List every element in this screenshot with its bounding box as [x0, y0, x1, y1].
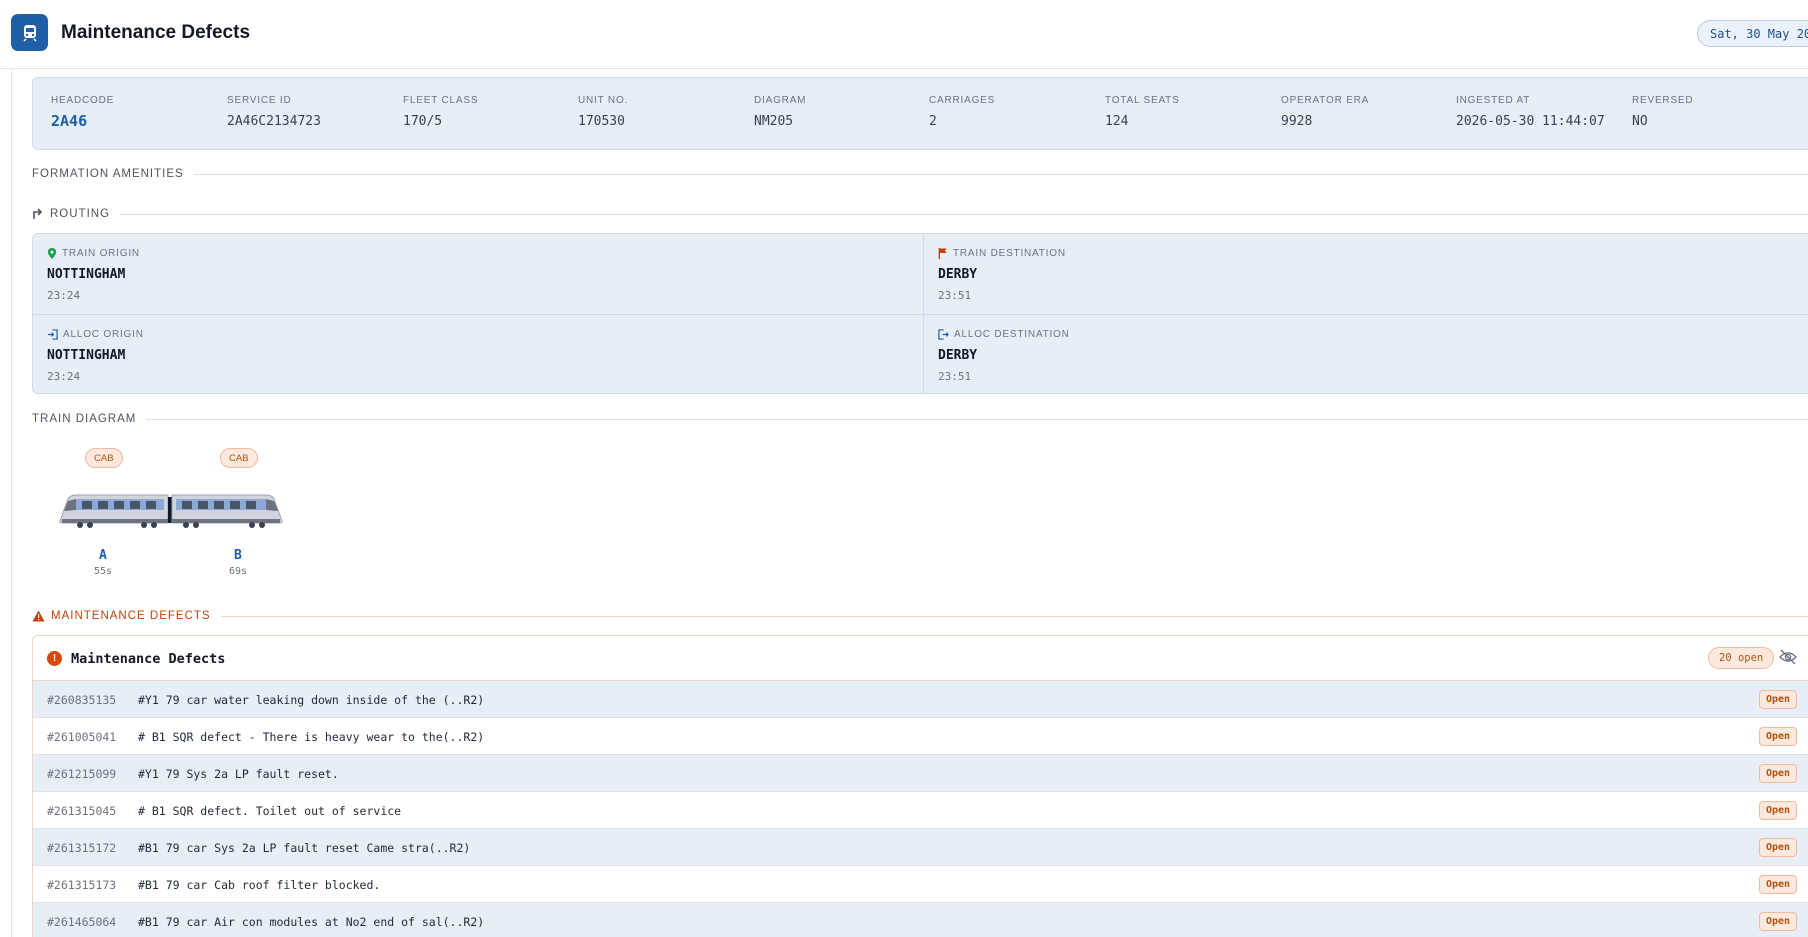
defect-row[interactable]: #260835135 #Y1 79 car water leaking down…: [33, 681, 1808, 718]
defect-id: #261005041: [47, 730, 117, 744]
train-destination: TRAIN DESTINATION DERBY 23:51: [923, 234, 1808, 314]
status-badge: Open: [1759, 764, 1798, 783]
info-total-seats: TOTAL SEATS 124: [1105, 95, 1180, 129]
car-b-icon[interactable]: [171, 494, 283, 528]
app-header: Maintenance Defects Sat, 30 May 2026: [0, 0, 1808, 69]
defect-id: #261315173: [47, 878, 117, 892]
info-ingested-at: INGESTED AT 2026-05-30 11:44:07: [1456, 95, 1605, 129]
info-reversed: REVERSED NO: [1632, 95, 1694, 129]
flag-icon: [938, 248, 947, 259]
divider: [220, 615, 1808, 617]
status-badge: Open: [1759, 875, 1798, 894]
eye-off-icon: [1779, 649, 1797, 665]
status-badge: Open: [1759, 912, 1798, 931]
logout-icon: [938, 329, 949, 340]
defect-row[interactable]: #261005041 # B1 SQR defect - There is he…: [33, 718, 1808, 755]
defect-row[interactable]: #261315045 # B1 SQR defect. Toilet out o…: [33, 792, 1808, 829]
info-headcode: HEADCODE 2A46: [51, 95, 115, 130]
destination-place: DERBY: [938, 267, 978, 282]
divider: [120, 213, 1808, 215]
train-icon[interactable]: [11, 14, 48, 51]
status-badge: Open: [1759, 801, 1798, 820]
alert-icon: !: [47, 651, 62, 666]
section-train-diagram: TRAIN DIAGRAM: [32, 413, 1808, 425]
section-routing: ROUTING: [32, 208, 1808, 220]
coupler: [168, 497, 172, 523]
defect-id: #261215099: [47, 767, 117, 781]
defect-row[interactable]: #261215099 #Y1 79 Sys 2a LP fault reset.…: [33, 755, 1808, 792]
defect-text: # B1 SQR defect - There is heavy wear to…: [138, 730, 485, 744]
info-carriages: CARRIAGES 2: [929, 95, 996, 129]
origin-place: NOTTINGHAM: [47, 267, 126, 282]
open-count-badge: 20 open: [1708, 647, 1775, 669]
info-service-id: SERVICE ID 2A46C2134723: [227, 95, 321, 129]
defect-id: #261465064: [47, 915, 117, 929]
alloc-destination: ALLOC DESTINATION DERBY 23:51: [923, 314, 1808, 393]
alloc-destination-place: DERBY: [938, 348, 978, 363]
defect-text: #B1 79 car Sys 2a LP fault reset Came st…: [138, 841, 471, 855]
car-a-icon[interactable]: [59, 494, 169, 528]
cab-badge-b: CAB: [220, 448, 258, 468]
login-icon: [47, 329, 58, 340]
defect-text: #Y1 79 Sys 2a LP fault reset.: [138, 767, 339, 781]
cab-badge-a: CAB: [85, 448, 123, 468]
info-fleet-class: FLEET CLASS 170/5: [403, 95, 479, 129]
status-badge: Open: [1759, 690, 1798, 709]
defect-text: #B1 79 car Cab roof filter blocked.: [138, 878, 381, 892]
divider: [193, 173, 1808, 175]
section-maintenance-defects: MAINTENANCE DEFECTS: [32, 610, 1808, 622]
section-formation-amenities: FORMATION AMENITIES: [32, 168, 1808, 180]
defect-row[interactable]: #261465064 #B1 79 car Air con modules at…: [33, 903, 1808, 937]
left-divider: [11, 69, 12, 937]
alloc-origin: ALLOC ORIGIN NOTTINGHAM 23:24: [33, 314, 923, 393]
info-unit-no: UNIT NO. 170530: [578, 95, 629, 129]
alloc-origin-time: 23:24: [47, 370, 81, 383]
defect-row[interactable]: #261315173 #B1 79 car Cab roof filter bl…: [33, 866, 1808, 903]
defect-id: #261315172: [47, 841, 117, 855]
date-badge: Sat, 30 May 2026: [1697, 20, 1808, 47]
car-b-letter: B: [234, 548, 242, 563]
defects-panel: ! Maintenance Defects 20 open #260835135…: [32, 635, 1808, 937]
defect-text: # B1 SQR defect. Toilet out of service: [138, 804, 402, 818]
train-origin: TRAIN ORIGIN NOTTINGHAM 23:24: [47, 248, 140, 302]
routing-panel: TRAIN ORIGIN NOTTINGHAM 23:24 TRAIN DEST…: [32, 233, 1808, 394]
page-title: Maintenance Defects: [61, 22, 251, 43]
hide-toggle-button[interactable]: [1779, 649, 1799, 667]
map-pin-icon: [47, 248, 57, 259]
alloc-destination-time: 23:51: [938, 370, 972, 383]
defect-id: #261315045: [47, 804, 117, 818]
warning-icon: [32, 610, 45, 622]
car-b-seats: 69s: [229, 566, 248, 577]
status-badge: Open: [1759, 727, 1798, 746]
divider: [146, 418, 1808, 420]
status-badge: Open: [1759, 838, 1798, 857]
defects-panel-header: ! Maintenance Defects 20 open: [33, 636, 1808, 681]
defect-row[interactable]: #261315172 #B1 79 car Sys 2a LP fault re…: [33, 829, 1808, 866]
car-a-seats: 55s: [94, 566, 113, 577]
route-icon: [33, 208, 43, 219]
info-diagram: DIAGRAM NM205: [754, 95, 807, 129]
defect-text: #Y1 79 car water leaking down inside of …: [138, 693, 485, 707]
car-a-letter: A: [99, 548, 107, 563]
alloc-origin-place: NOTTINGHAM: [47, 348, 126, 363]
info-operator-era: OPERATOR ERA 9928: [1281, 95, 1370, 129]
destination-time: 23:51: [938, 289, 972, 302]
defects-title: Maintenance Defects: [71, 651, 226, 667]
defect-id: #260835135: [47, 693, 117, 707]
service-info-strip: HEADCODE 2A46 SERVICE ID 2A46C2134723 FL…: [32, 77, 1808, 150]
headcode-value: 2A46: [51, 112, 88, 130]
origin-time: 23:24: [47, 289, 81, 302]
defect-text: #B1 79 car Air con modules at No2 end of…: [138, 915, 485, 929]
train-diagram-graphic[interactable]: [58, 489, 284, 531]
